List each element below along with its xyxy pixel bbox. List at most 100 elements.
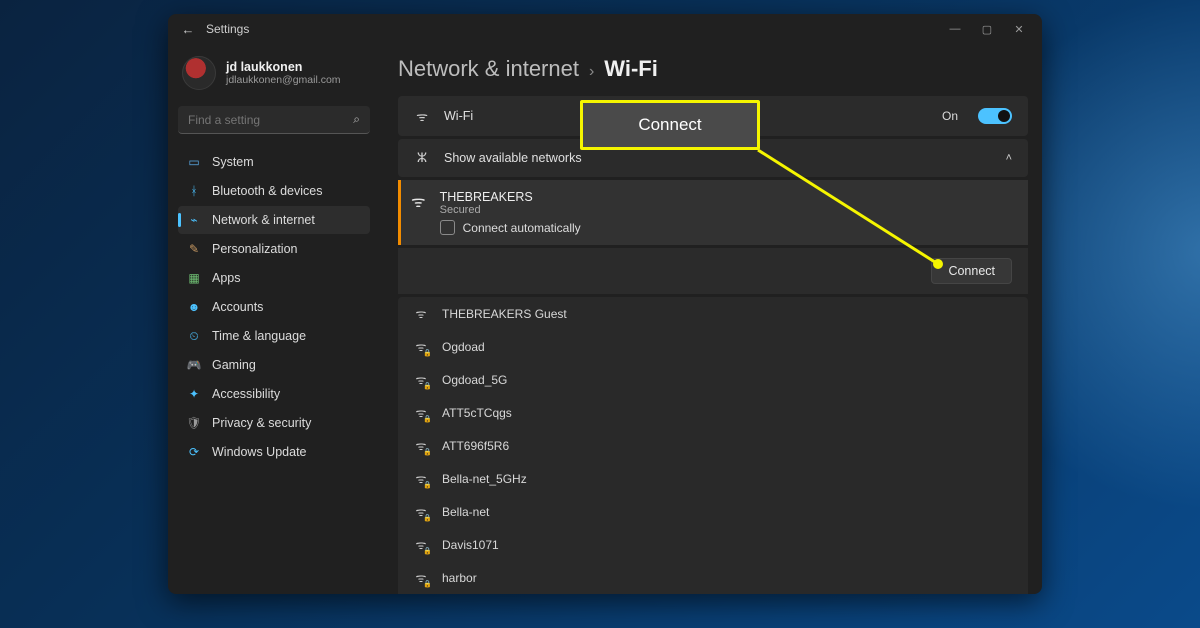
titlebar: ← Settings — ▢ ✕ — [168, 14, 1042, 44]
sidebar-item-icon: 🛡 — [186, 415, 202, 431]
sidebar-item-system[interactable]: ▭ System — [178, 148, 370, 176]
avatar — [182, 56, 216, 90]
connect-button[interactable]: Connect — [931, 258, 1012, 284]
window-controls: — ▢ ✕ — [946, 23, 1034, 36]
search-input[interactable] — [188, 113, 353, 127]
sidebar-item-label: Time & language — [212, 329, 306, 343]
lock-icon: 🔒 — [423, 349, 432, 357]
chevron-up-icon: ˄ — [1006, 152, 1012, 164]
wifi-icon: ᯤ🔒 — [414, 569, 428, 586]
profile-block[interactable]: jd laukkonen jdlaukkonen@gmail.com — [178, 50, 370, 104]
sidebar-item-icon: ☻ — [186, 299, 202, 315]
lock-icon: 🔒 — [423, 514, 432, 522]
breadcrumb: Network & internet › Wi-Fi — [398, 50, 1028, 96]
sidebar-item-accessibility[interactable]: ✦Accessibility — [178, 380, 370, 408]
settings-window: ← Settings — ▢ ✕ jd laukkonen jdlaukkone… — [168, 14, 1042, 594]
sidebar-item-icon: ᚼ — [186, 183, 202, 199]
sidebar-item-icon: ▭ — [186, 154, 202, 170]
wifi-icon: ᯤ🔒 — [414, 437, 428, 454]
sidebar-item-windows-update[interactable]: ⟳Windows Update — [178, 438, 370, 466]
selected-network-status: Secured — [440, 204, 1012, 216]
sidebar-item-label: Accounts — [212, 300, 263, 314]
lock-icon: 🔒 — [423, 448, 432, 456]
minimize-button[interactable]: — — [946, 23, 964, 36]
lock-icon: 🔒 — [423, 415, 432, 423]
network-item[interactable]: ᯤ🔒 Ogdoad_5G — [398, 363, 1028, 396]
sidebar-item-network-internet[interactable]: ⌁ Network & internet — [178, 206, 370, 234]
breadcrumb-parent[interactable]: Network & internet — [398, 56, 579, 82]
lock-icon: 🔒 — [423, 547, 432, 555]
connect-automatically-checkbox[interactable] — [440, 220, 455, 235]
sidebar-item-label: Apps — [212, 271, 241, 285]
profile-name: jd laukkonen — [226, 60, 341, 74]
sidebar-item-label: System — [212, 155, 254, 169]
network-name: Bella-net — [442, 505, 489, 519]
wifi-toggle-card: ᯤ Wi-Fi On — [398, 96, 1028, 136]
close-button[interactable]: ✕ — [1010, 23, 1028, 36]
sidebar-item-label: Privacy & security — [212, 416, 311, 430]
network-item[interactable]: ᯤ THEBREAKERS Guest — [398, 297, 1028, 330]
maximize-button[interactable]: ▢ — [978, 23, 996, 36]
network-name: THEBREAKERS Guest — [442, 307, 567, 321]
network-item[interactable]: ᯤ🔒 Davis1071 — [398, 528, 1028, 561]
sidebar-item-personalization[interactable]: ✎Personalization — [178, 235, 370, 263]
available-networks-label: Show available networks — [444, 151, 582, 165]
sidebar-item-time-language[interactable]: ⏲Time & language — [178, 322, 370, 350]
network-name: Ogdoad — [442, 340, 485, 354]
network-name: Davis1071 — [442, 538, 499, 552]
wifi-icon: ᯤ🔒 — [414, 536, 428, 553]
sidebar-item-icon: ⌁ — [186, 212, 202, 228]
sidebar-item-icon: 🎮 — [186, 357, 202, 373]
wifi-icon: ᯤ🔒 — [414, 338, 428, 355]
breadcrumb-current: Wi-Fi — [604, 56, 658, 82]
sidebar-item-apps[interactable]: ▦ Apps — [178, 264, 370, 292]
sidebar-item-privacy-security[interactable]: 🛡 Privacy & security — [178, 409, 370, 437]
main-panel: Network & internet › Wi-Fi ᯤ Wi-Fi On ⵣ … — [380, 44, 1042, 594]
selected-network-name: THEBREAKERS — [440, 190, 1012, 204]
wifi-icon: ᯤ🔒 — [414, 470, 428, 487]
sidebar-item-icon: ✎ — [186, 241, 202, 257]
network-list: ᯤ THEBREAKERS Guest ᯤ🔒 Ogdoad ᯤ🔒 Ogdoad_5G ᯤ🔒 A… — [398, 297, 1028, 594]
available-networks-row[interactable]: ⵣ Show available networks ˄ — [398, 139, 1028, 177]
network-item[interactable]: ᯤ🔒 harbor — [398, 561, 1028, 594]
profile-email: jdlaukkonen@gmail.com — [226, 74, 341, 86]
network-item[interactable]: ᯤ🔒 ATT5cTCqgs — [398, 396, 1028, 429]
network-name: Bella-net_5GHz — [442, 472, 527, 486]
sidebar-item-label: Windows Update — [212, 445, 307, 459]
connect-automatically-label: Connect automatically — [463, 221, 581, 235]
back-button[interactable]: ← — [176, 22, 200, 37]
network-name: harbor — [442, 571, 477, 585]
wifi-icon: ᯤ — [414, 305, 428, 322]
network-name: ATT5cTCqgs — [442, 406, 512, 420]
wifi-icon: ᯤ — [414, 107, 430, 125]
sidebar-item-icon: ▦ — [186, 270, 202, 286]
sidebar-item-icon: ✦ — [186, 386, 202, 402]
wifi-label: Wi-Fi — [444, 109, 473, 123]
lock-icon: 🔒 — [423, 382, 432, 390]
network-name: Ogdoad_5G — [442, 373, 507, 387]
wifi-toggle[interactable] — [978, 108, 1012, 124]
network-item[interactable]: ᯤ🔒 Bella-net_5GHz — [398, 462, 1028, 495]
window-title: Settings — [206, 22, 249, 36]
wifi-state-label: On — [942, 109, 958, 123]
wifi-icon: ᯤ🔒 — [414, 503, 428, 520]
search-box[interactable]: ⌕ — [178, 106, 370, 134]
network-item[interactable]: ᯤ🔒 Bella-net — [398, 495, 1028, 528]
sidebar-item-label: Network & internet — [212, 213, 315, 227]
network-item[interactable]: ᯤ🔒 ATT696f5R6 — [398, 429, 1028, 462]
sidebar-item-accounts[interactable]: ☻ Accounts — [178, 293, 370, 321]
sidebar-item-bluetooth-devices[interactable]: ᚼ Bluetooth & devices — [178, 177, 370, 205]
lock-icon: 🔒 — [423, 481, 432, 489]
sidebar-item-label: Bluetooth & devices — [212, 184, 323, 198]
network-item[interactable]: ᯤ🔒 Ogdoad — [398, 330, 1028, 363]
sidebar: jd laukkonen jdlaukkonen@gmail.com ⌕ ▭ Sy… — [168, 44, 380, 594]
network-name: ATT696f5R6 — [442, 439, 509, 453]
nav-list: ▭ System ᚼ Bluetooth & devices ⌁ Network & in… — [178, 148, 370, 466]
selected-network-panel: ᯤ THEBREAKERS Secured Connect automatica… — [398, 180, 1028, 245]
wifi-icon: ᯤ🔒 — [414, 404, 428, 421]
sidebar-item-gaming[interactable]: 🎮 Gaming — [178, 351, 370, 379]
sidebar-item-label: Gaming — [212, 358, 256, 372]
connect-row: Connect — [398, 248, 1028, 294]
wifi-icon: ᯤ🔒 — [414, 371, 428, 388]
wifi-icon: ᯤ — [411, 190, 426, 212]
